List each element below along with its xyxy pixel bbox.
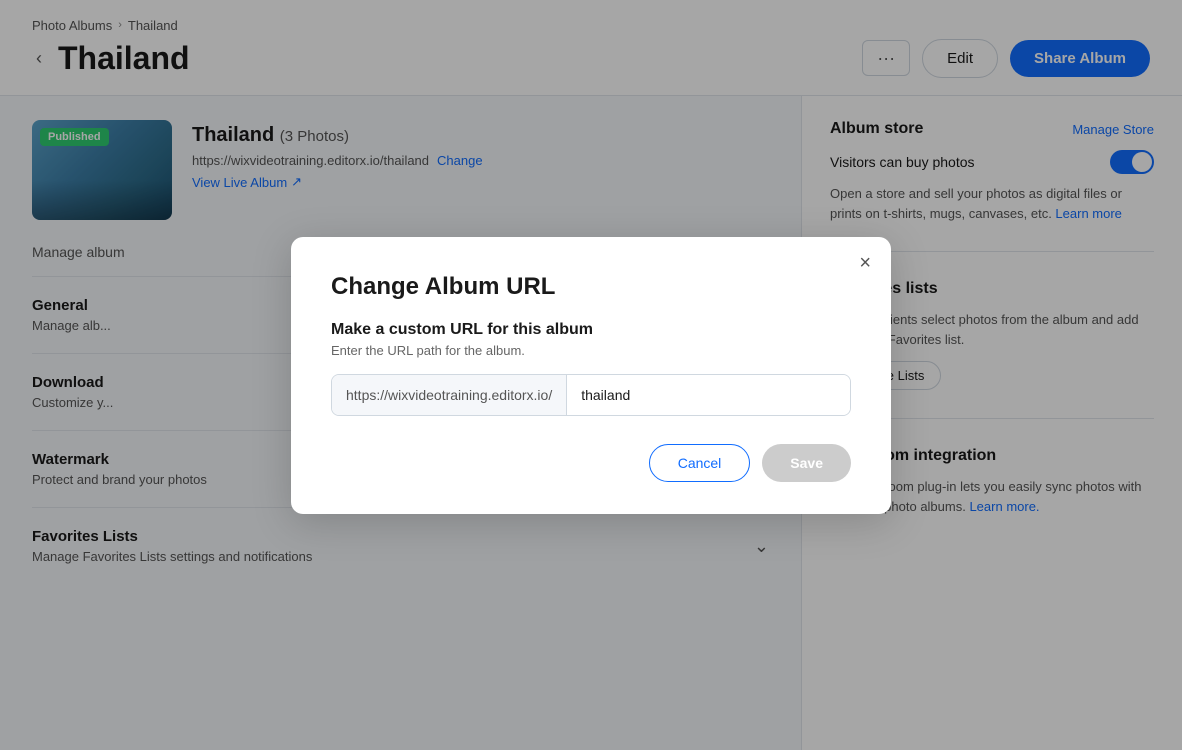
- cancel-button[interactable]: Cancel: [649, 444, 751, 482]
- modal-actions: Cancel Save: [331, 444, 851, 482]
- url-input-row: https://wixvideotraining.editorx.io/: [331, 374, 851, 416]
- modal-close-button[interactable]: ×: [859, 253, 871, 273]
- modal-overlay: × Change Album URL Make a custom URL for…: [0, 0, 1182, 750]
- modal-hint: Enter the URL path for the album.: [331, 343, 851, 358]
- save-button[interactable]: Save: [762, 444, 851, 482]
- change-album-url-modal: × Change Album URL Make a custom URL for…: [291, 237, 891, 514]
- modal-subtitle: Make a custom URL for this album: [331, 321, 851, 339]
- url-path-input[interactable]: [567, 375, 850, 415]
- url-prefix: https://wixvideotraining.editorx.io/: [332, 375, 567, 415]
- modal-title: Change Album URL: [331, 273, 851, 301]
